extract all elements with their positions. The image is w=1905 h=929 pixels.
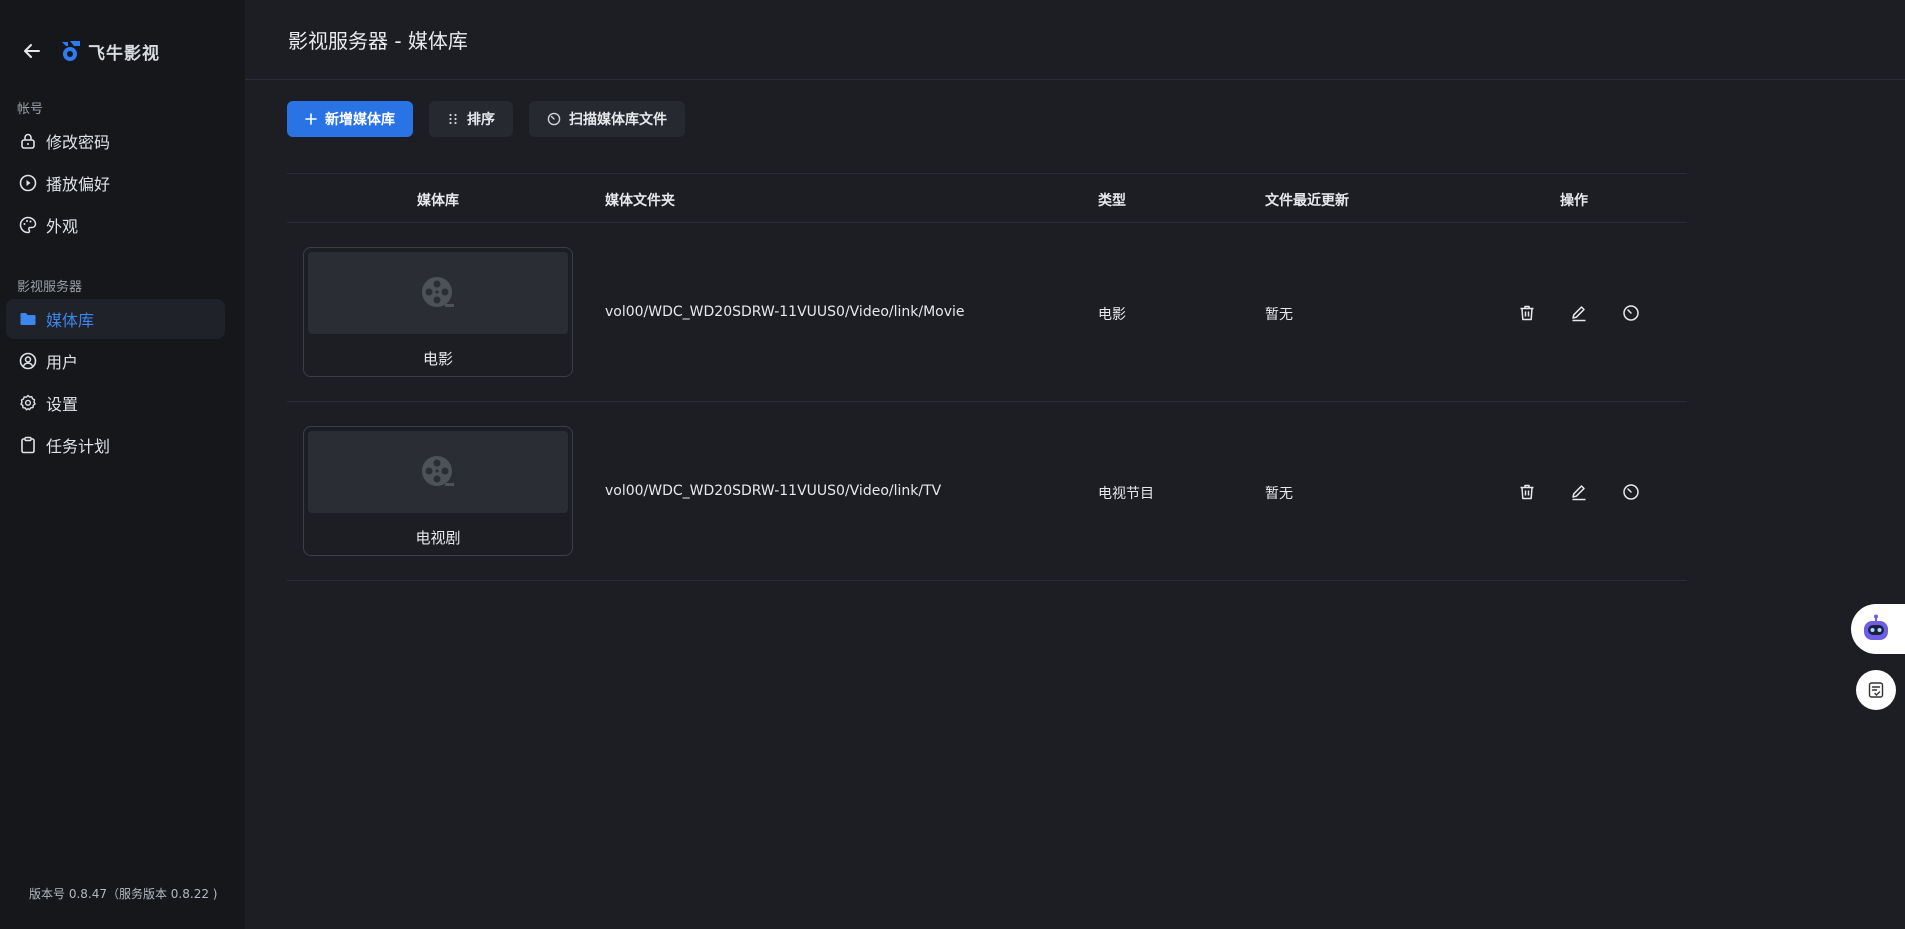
sidebar-item-appearance[interactable]: 外观 [6, 205, 225, 245]
sidebar-item-label: 外观 [46, 217, 79, 236]
library-thumbnail [308, 431, 568, 513]
sort-button[interactable]: 排序 [429, 101, 513, 137]
folder-icon [18, 309, 38, 329]
logo-row: 飞牛影视 [18, 36, 160, 66]
delete-button[interactable] [1514, 300, 1540, 326]
library-thumbnail [308, 252, 568, 334]
sidebar-item-label: 播放偏好 [46, 175, 111, 194]
edit-button[interactable] [1566, 300, 1592, 326]
sidebar-item-users[interactable]: 用户 [6, 341, 225, 381]
plus-icon [305, 113, 317, 125]
add-library-label: 新增媒体库 [325, 112, 395, 128]
scan-icon [1623, 305, 1639, 321]
trash-icon [1520, 305, 1534, 321]
user-circle-icon [18, 351, 38, 371]
library-type: 电影 [1098, 307, 1126, 323]
sidebar-item-label: 修改密码 [46, 133, 111, 152]
column-header-folder: 媒体文件夹 [605, 193, 675, 209]
sidebar-item-media-library[interactable]: 媒体库 [6, 299, 225, 339]
media-library-table: 媒体库 媒体文件夹 类型 文件最近更新 操作 电影 vol00/WDC_WD20… [287, 173, 1687, 581]
logo-text: 飞牛影视 [88, 43, 160, 64]
page-header: 影视服务器 - 媒体库 [245, 0, 1905, 80]
sidebar-item-playback[interactable]: 播放偏好 [6, 163, 225, 203]
back-button[interactable] [18, 37, 46, 65]
scan-library-button[interactable]: 扫描媒体库文件 [529, 101, 685, 137]
library-name: 电影 [422, 350, 453, 368]
toolbar: 新增媒体库 排序 扫描媒体库文件 [287, 101, 685, 137]
note-check-icon [1868, 682, 1884, 698]
sidebar-item-label: 用户 [46, 353, 79, 372]
page-title: 影视服务器 - 媒体库 [288, 29, 468, 53]
section-title-server: 影视服务器 [17, 280, 83, 295]
film-reel-icon [422, 277, 454, 307]
library-type: 电视节目 [1098, 486, 1154, 502]
library-folder: vol00/WDC_WD20SDRW-11VUUS0/Video/link/Mo… [605, 304, 965, 320]
arrow-left-icon [24, 44, 40, 58]
trash-icon [1520, 484, 1534, 500]
library-card[interactable]: 电视剧 [303, 426, 573, 556]
drag-handle-icon [449, 113, 457, 125]
row-actions [1514, 300, 1644, 326]
scan-button[interactable] [1618, 479, 1644, 505]
library-updated: 暂无 [1265, 486, 1293, 502]
library-card[interactable]: 电影 [303, 247, 573, 377]
pencil-icon [1572, 306, 1586, 322]
gear-icon [18, 393, 38, 413]
assistant-button[interactable] [1851, 604, 1905, 654]
column-header-actions: 操作 [1560, 193, 1588, 209]
clipboard-icon [18, 435, 38, 455]
sidebar-item-label: 设置 [46, 395, 79, 414]
table-row: 电影 vol00/WDC_WD20SDRW-11VUUS0/Video/link… [287, 223, 1687, 402]
lock-icon [18, 131, 38, 151]
column-header-type: 类型 [1098, 193, 1126, 209]
sidebar-item-change-password[interactable]: 修改密码 [6, 121, 225, 161]
library-name: 电视剧 [415, 529, 461, 547]
pencil-icon [1572, 485, 1586, 501]
version-info: 版本号 0.8.47（服务版本 0.8.22 ) [29, 887, 218, 901]
row-actions [1514, 479, 1644, 505]
sidebar-item-settings[interactable]: 设置 [6, 383, 225, 423]
app-logo: 飞牛影视 [58, 38, 160, 64]
scan-icon [547, 112, 561, 126]
scan-icon [1623, 484, 1639, 500]
library-folder: vol00/WDC_WD20SDRW-11VUUS0/Video/link/TV [605, 483, 942, 499]
robot-icon [1864, 614, 1888, 640]
edit-button[interactable] [1566, 479, 1592, 505]
column-header-updated: 文件最近更新 [1265, 193, 1349, 209]
play-circle-icon [18, 173, 38, 193]
film-reel-icon [422, 456, 454, 486]
sort-label: 排序 [467, 112, 495, 128]
delete-button[interactable] [1514, 479, 1540, 505]
palette-icon [18, 215, 38, 235]
section-title-account: 帐号 [17, 102, 44, 117]
feedback-button[interactable] [1856, 670, 1896, 710]
feiniu-logo-icon [62, 41, 80, 61]
library-updated: 暂无 [1265, 307, 1293, 323]
sidebar: 飞牛影视 帐号 修改密码 播放偏好 外观 影视服务器 媒体库 用户 设置 任务计… [0, 0, 245, 929]
sidebar-item-label: 媒体库 [46, 311, 95, 330]
column-header-library: 媒体库 [417, 193, 459, 209]
sidebar-item-label: 任务计划 [46, 437, 111, 456]
sidebar-item-tasks[interactable]: 任务计划 [6, 425, 225, 465]
table-header: 媒体库 媒体文件夹 类型 文件最近更新 操作 [287, 173, 1687, 223]
add-library-button[interactable]: 新增媒体库 [287, 101, 413, 137]
scan-library-label: 扫描媒体库文件 [569, 112, 667, 128]
table-row: 电视剧 vol00/WDC_WD20SDRW-11VUUS0/Video/lin… [287, 402, 1687, 581]
scan-button[interactable] [1618, 300, 1644, 326]
